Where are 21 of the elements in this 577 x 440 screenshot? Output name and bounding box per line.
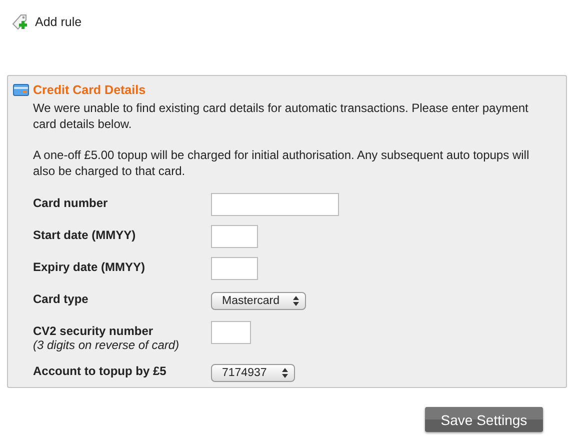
- credit-card-icon: [13, 84, 29, 96]
- field-label: Expiry date (MMYY): [33, 260, 146, 274]
- info-paragraph: We were unable to find existing card details for automatic transactions. Please enter payment card details below.: [33, 100, 530, 132]
- field-hint: (3 digits on reverse of card): [33, 338, 180, 352]
- dropdown[interactable]: 7174937: [211, 364, 295, 382]
- field-label: Card number: [33, 196, 109, 210]
- tag-add-icon[interactable]: [10, 13, 30, 31]
- input-field[interactable]: [211, 321, 251, 344]
- field-label: Card type: [33, 292, 90, 306]
- stepper-arrows-icon: [279, 366, 291, 380]
- add-rule-link[interactable]: Add rule: [35, 15, 82, 29]
- field-label: CV2 security number: [33, 324, 154, 338]
- dropdown[interactable]: Mastercard: [211, 292, 306, 310]
- info-paragraph: A one-off £5.00 topup will be charged for initial authorisation. Any subsequent auto topups will also be charged to that card.: [33, 147, 530, 179]
- input-field[interactable]: [211, 257, 258, 280]
- input-field[interactable]: [211, 193, 339, 216]
- field-label: Account to topup by £5: [33, 364, 168, 378]
- field-label: Start date (MMYY): [33, 228, 137, 242]
- input-field[interactable]: [211, 225, 258, 248]
- save-button[interactable]: Save Settings: [425, 407, 543, 432]
- panel-title: Credit Card Details: [33, 83, 146, 97]
